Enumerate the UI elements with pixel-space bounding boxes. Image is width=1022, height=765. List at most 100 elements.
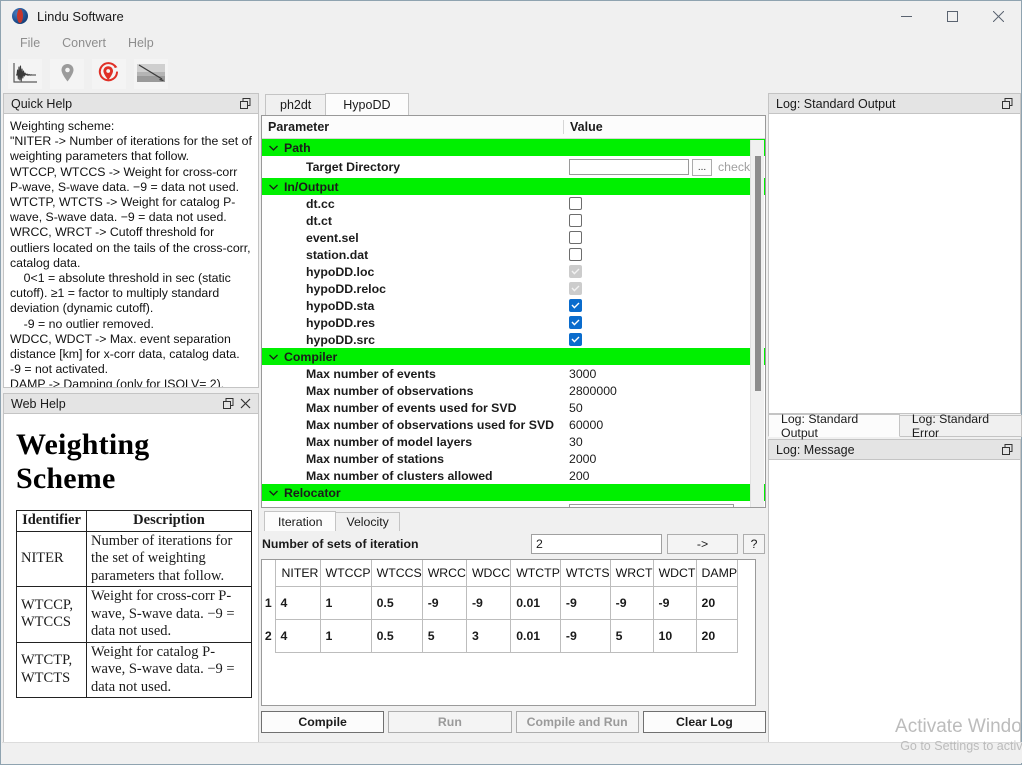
chevron-down-icon[interactable] — [262, 354, 284, 360]
tree-row-dtcc[interactable]: dt.cc — [262, 195, 765, 212]
apply-sets-button[interactable]: -> — [667, 534, 738, 554]
tree-row-max-observations-svd[interactable]: Max number of observations used for SVD … — [262, 416, 765, 433]
menu-convert[interactable]: Convert — [51, 34, 117, 52]
tree-row-max-stations[interactable]: Max number of stations 2000 — [262, 450, 765, 467]
maximize-button[interactable] — [929, 1, 975, 32]
tab-ph2dt[interactable]: ph2dt — [265, 94, 327, 115]
col-wrct[interactable]: WRCT — [609, 560, 654, 587]
restore-icon[interactable] — [999, 441, 1016, 458]
checkbox-eventsel[interactable] — [569, 231, 582, 244]
cell-damp[interactable]: 20 — [695, 585, 739, 620]
menu-file[interactable]: File — [9, 34, 51, 52]
col-wtccp[interactable]: WTCCP — [319, 560, 372, 587]
compile-button[interactable]: Compile — [261, 711, 385, 733]
data-type-select[interactable]: absolute (catalog) data only — [569, 504, 734, 507]
tree-row-hypoddreloc[interactable]: hypoDD.reloc — [262, 280, 765, 297]
tree-row-dtct[interactable]: dt.ct — [262, 212, 765, 229]
tree-row-data-type[interactable]: Data Type absolute (catalog) data only — [262, 501, 765, 507]
tab-hypodd[interactable]: HypoDD — [325, 93, 409, 115]
clear-log-button[interactable]: Clear Log — [642, 711, 766, 733]
cell-wtcts[interactable]: -9 — [559, 585, 611, 620]
col-wtcts[interactable]: WTCTS — [559, 560, 611, 587]
cell-wtcts[interactable]: -9 — [559, 618, 611, 653]
restore-icon[interactable] — [220, 395, 237, 412]
cell-wdct[interactable]: -9 — [652, 585, 697, 620]
target-directory-input[interactable] — [569, 159, 689, 175]
checkbox-hypoddsta[interactable] — [569, 299, 582, 312]
tree-row-hypoddloc[interactable]: hypoDD.loc — [262, 263, 765, 280]
chevron-down-icon[interactable] — [262, 145, 284, 151]
tree-row-hypoddres[interactable]: hypoDD.res — [262, 314, 765, 331]
cell-wtccp[interactable]: 1 — [319, 585, 372, 620]
value-text[interactable]: 2800000 — [569, 384, 617, 398]
cell-wtccs[interactable]: 0.5 — [370, 585, 423, 620]
number-of-sets-input[interactable]: 2 — [531, 534, 662, 554]
cell-wdcc[interactable]: -9 — [465, 585, 512, 620]
chevron-down-icon[interactable] — [262, 490, 284, 496]
tree-row-target-directory[interactable]: Target Directory ... check! — [262, 156, 765, 178]
tree-group-inoutput[interactable]: In/Output — [262, 178, 765, 195]
cell-wtccp[interactable]: 1 — [319, 618, 372, 653]
restore-icon[interactable] — [999, 95, 1016, 112]
tree-group-compiler[interactable]: Compiler — [262, 348, 765, 365]
scrollbar-thumb[interactable] — [755, 156, 761, 391]
value-text[interactable]: 30 — [569, 435, 583, 449]
close-icon[interactable] — [237, 395, 254, 412]
value-text[interactable]: 2000 — [569, 452, 596, 466]
tab-velocity[interactable]: Velocity — [335, 512, 400, 531]
cell-wrcc[interactable]: -9 — [421, 585, 467, 620]
tab-iteration[interactable]: Iteration — [264, 511, 337, 531]
cell-wrct[interactable]: -9 — [609, 585, 654, 620]
value-text[interactable]: 200 — [569, 469, 590, 483]
tree-row-max-model-layers[interactable]: Max number of model layers 30 — [262, 433, 765, 450]
check-button[interactable]: check! — [718, 160, 754, 174]
value-text[interactable]: 3000 — [569, 367, 596, 381]
cell-wdcc[interactable]: 3 — [465, 618, 512, 653]
tree-row-max-observations[interactable]: Max number of observations 2800000 — [262, 382, 765, 399]
col-wdcc[interactable]: WDCC — [465, 560, 512, 587]
tree-vertical-scrollbar[interactable] — [750, 140, 764, 507]
close-button[interactable] — [975, 1, 1021, 32]
tree-group-relocator[interactable]: Relocator — [262, 484, 765, 501]
menu-help[interactable]: Help — [117, 34, 165, 52]
tab-log-standard-output[interactable]: Log: Standard Output — [768, 412, 900, 440]
iteration-grid[interactable]: NITER WTCCP WTCCS WRCC WDCC WTCTP WTCTS … — [261, 559, 756, 706]
log-stdout-content[interactable] — [768, 114, 1021, 414]
cell-wtccs[interactable]: 0.5 — [370, 618, 423, 653]
col-wtccs[interactable]: WTCCS — [370, 560, 423, 587]
tree-row-hypoddsrc[interactable]: hypoDD.src — [262, 331, 765, 348]
cell-wrct[interactable]: 5 — [609, 618, 654, 653]
cell-niter[interactable]: 4 — [274, 618, 321, 653]
checkbox-hypoddres[interactable] — [569, 316, 582, 329]
cell-niter[interactable]: 4 — [274, 585, 321, 620]
tree-row-stationdat[interactable]: station.dat — [262, 246, 765, 263]
chevron-down-icon[interactable] — [262, 184, 284, 190]
col-wdct[interactable]: WDCT — [652, 560, 697, 587]
log-message-content[interactable] — [768, 460, 1021, 757]
epicenter-button[interactable] — [92, 59, 126, 89]
cell-wdct[interactable]: 10 — [652, 618, 697, 653]
value-text[interactable]: 60000 — [569, 418, 603, 432]
tree-group-path[interactable]: Path — [262, 139, 765, 156]
col-wtctp[interactable]: WTCTP — [510, 560, 561, 587]
tree-row-max-events-svd[interactable]: Max number of events used for SVD 50 — [262, 399, 765, 416]
seismogram-button[interactable] — [8, 59, 42, 89]
checkbox-hypoddsrc[interactable] — [569, 333, 582, 346]
checkbox-dtcc[interactable] — [569, 197, 582, 210]
checkbox-stationdat[interactable] — [569, 248, 582, 261]
tree-row-max-events[interactable]: Max number of events 3000 — [262, 365, 765, 382]
cross-section-button[interactable] — [134, 59, 168, 89]
checkbox-dtct[interactable] — [569, 214, 582, 227]
tree-row-max-clusters[interactable]: Max number of clusters allowed 200 — [262, 467, 765, 484]
browse-button[interactable]: ... — [692, 158, 712, 176]
minimize-button[interactable] — [883, 1, 929, 32]
restore-icon[interactable] — [237, 95, 254, 112]
tab-log-standard-error[interactable]: Log: Standard Error — [898, 412, 1022, 440]
value-text[interactable]: 50 — [569, 401, 583, 415]
web-help-body[interactable]: Weighting Scheme Identifier Description … — [3, 414, 259, 753]
tree-row-hypoddsta[interactable]: hypoDD.sta — [262, 297, 765, 314]
cell-wrcc[interactable]: 5 — [421, 618, 467, 653]
col-damp[interactable]: DAMP — [695, 560, 739, 587]
col-niter[interactable]: NITER — [274, 560, 321, 587]
cell-damp[interactable]: 20 — [695, 618, 739, 653]
